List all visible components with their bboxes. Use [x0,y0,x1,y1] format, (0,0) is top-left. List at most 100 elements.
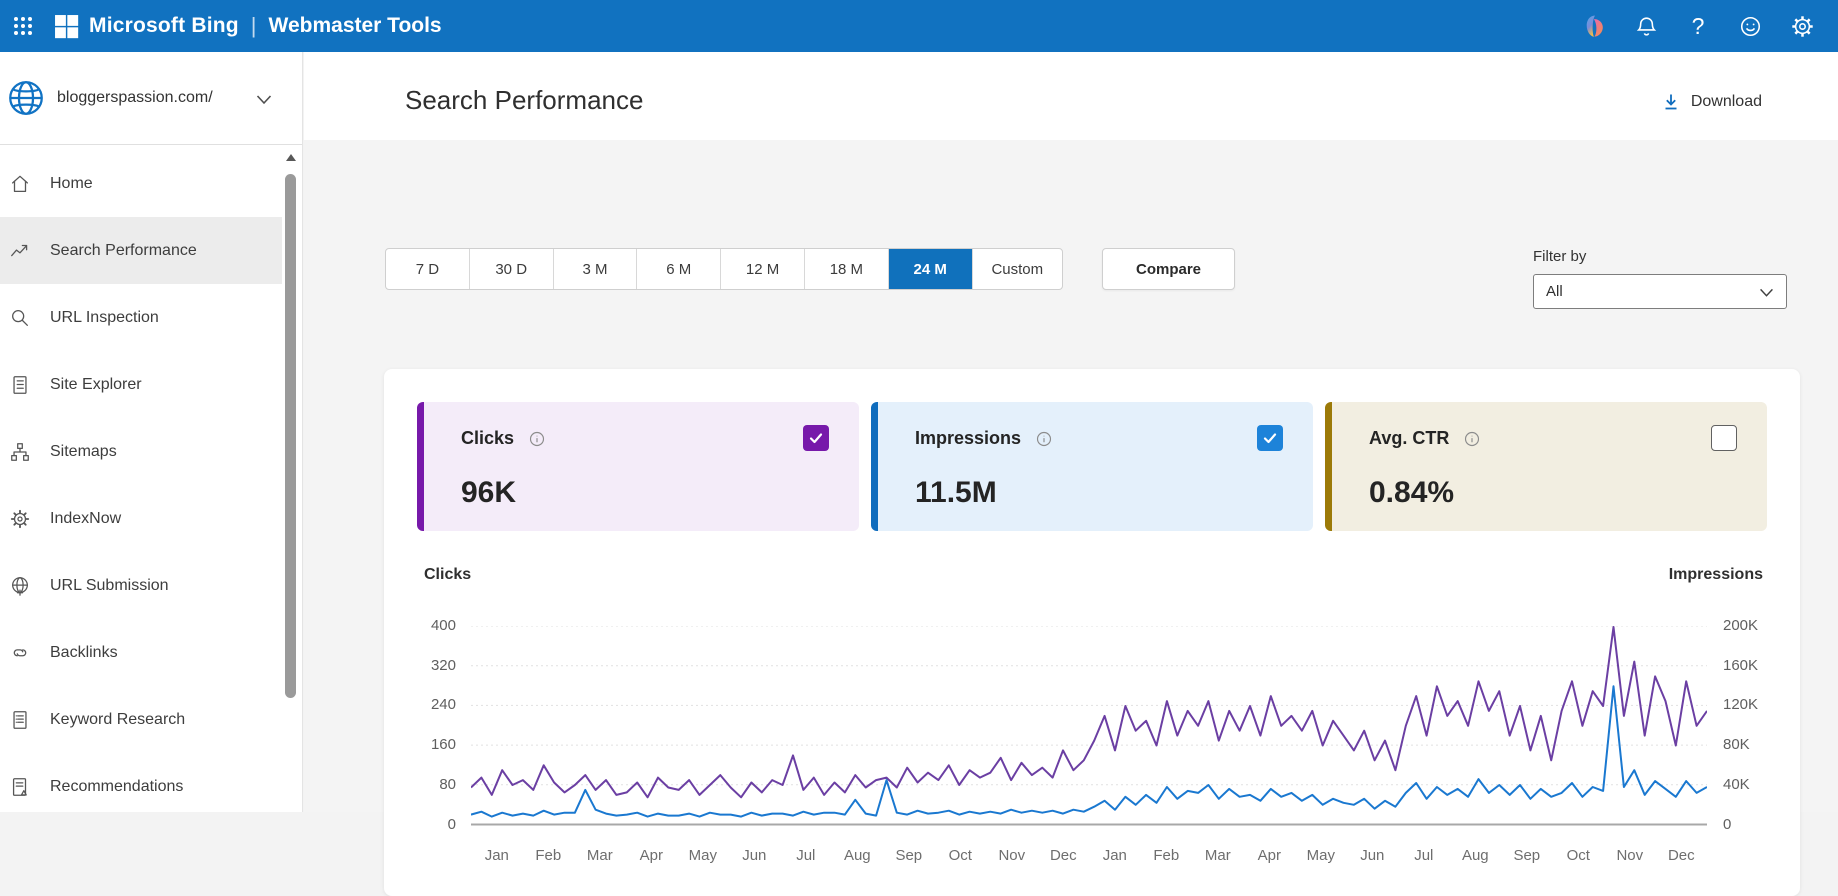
sidebar: bloggerspassion.com/ Home Search Performa… [0,52,303,812]
sidebar-item-label: Search Performance [50,241,197,259]
sidebar-item-site-explorer[interactable]: Site Explorer [0,351,282,418]
download-button[interactable]: Download [1661,92,1762,112]
range-tab-18m[interactable]: 18 M [805,249,889,289]
compare-button[interactable]: Compare [1102,248,1235,290]
sidebar-item-label: Site Explorer [50,375,142,393]
info-icon[interactable] [528,430,546,448]
range-tab-12m[interactable]: 12 M [721,249,805,289]
sidebar-item-url-inspection[interactable]: URL Inspection [0,284,282,351]
range-tab-7d[interactable]: 7 D [386,249,470,289]
product-name: Webmaster Tools [268,14,442,37]
y-tick-left: 320 [430,657,456,674]
help-button[interactable]: ? [1676,4,1720,48]
sidebar-item-keyword-research[interactable]: Keyword Research [0,686,282,753]
page-title: Search Performance [405,85,644,115]
range-tab-30d[interactable]: 30 D [470,249,554,289]
chevron-down-icon [1760,288,1773,297]
waffle-icon [14,17,32,35]
x-tick: Jun [1360,847,1385,864]
x-tick: Feb [535,847,562,864]
sidebar-nav: Home Search Performance URL Inspection Site… [0,150,302,820]
card-value: 0.84% [1369,476,1455,509]
filter-group: Filter by All [1533,248,1787,309]
download-label: Download [1690,93,1762,110]
x-tick: Apr [639,847,663,864]
site-explorer-icon [13,375,27,394]
main-area: Search Performance Download 7 D 30 D3 M6 … [304,52,1838,896]
checkmark-icon [809,433,823,444]
notifications-button[interactable] [1624,4,1668,48]
sidebar-item-recommendations[interactable]: Recommendations [0,753,282,820]
y-tick-right: 120K [1723,696,1759,713]
sidebar-item-url-submission[interactable]: URL Submission [0,552,282,619]
filter-dropdown[interactable]: All [1533,274,1787,309]
sidebar-item-sitemaps[interactable]: Sitemaps [0,418,282,485]
x-tick: Apr [1257,847,1281,864]
x-tick: Jan [1102,847,1127,864]
sidebar-item-label: URL Inspection [50,308,159,326]
metric-checkbox-checked[interactable] [803,425,829,451]
smiley-icon [1740,16,1760,36]
brand-name: Microsoft Bing [89,14,239,37]
card-title: Clicks [461,428,515,448]
scrollbar-up-arrow-icon[interactable] [286,154,296,161]
sidebar-item-label: IndexNow [50,509,122,527]
metric-cards: Clicks 96K Impressions 11.5M Avg. CTR 0.84% [417,402,1767,531]
x-tick: Aug [843,847,871,864]
sidebar-item-label: Backlinks [50,643,118,661]
sidebar-item-indexnow[interactable]: IndexNow [0,485,282,552]
chevron-down-icon [256,95,272,105]
globe-icon [9,81,43,115]
site-name: bloggerspassion.com/ [57,89,213,106]
brand-divider: | [250,13,257,38]
metric-checkbox-unchecked[interactable] [1711,425,1737,451]
microsoft-logo-icon [54,14,79,39]
bell-icon [1636,16,1656,36]
card-value: 11.5M [915,476,997,509]
y-tick-left: 0 [447,816,456,833]
date-range-tabs: 7 D 30 D3 M6 M 12 M 18 M 24 M Custom [385,248,1063,290]
sidebar-scrollbar[interactable] [284,150,298,812]
range-tab-custom[interactable]: Custom [973,249,1062,289]
app-launcher-waffle-icon[interactable] [0,0,46,52]
info-icon[interactable] [1035,430,1053,448]
range-tab-24m[interactable]: 24 M [888,249,973,289]
sidebar-item-label: Home [50,174,93,192]
scrollbar-thumb[interactable] [285,174,296,698]
series-clicks-line [471,626,1707,799]
x-tick: Dec [1667,847,1695,864]
card-accent-bar [1325,402,1332,531]
sidebar-item-backlinks[interactable]: Backlinks [0,619,282,686]
card-title: Avg. CTR [1369,428,1450,448]
range-tab-6m[interactable]: 6 M [637,249,722,289]
x-tick: Jun [742,847,767,864]
metrics-panel: Clicks 96K Impressions 11.5M Avg. CTR 0.84% C… [384,369,1800,896]
content-area: 7 D 30 D3 M6 M 12 M 18 M 24 M Custom Compare … [304,140,1838,896]
download-icon [1665,94,1677,110]
site-selector[interactable]: bloggerspassion.com/ [0,52,302,145]
indexnow-icon [10,509,30,528]
right-axis-title: Impressions [1668,566,1763,583]
copilot-button[interactable] [1572,4,1616,48]
magnifier-icon [12,309,28,326]
info-icon[interactable] [1463,430,1481,448]
x-tick: Mar [1204,847,1231,864]
card-value: 96K [461,476,517,509]
x-tick: Oct [1566,847,1590,864]
x-tick: Nov [1616,847,1644,864]
range-tab-3m[interactable]: 3 M [554,249,638,289]
trend-icon [11,244,28,256]
settings-button[interactable] [1780,4,1824,48]
y-tick-left: 160 [430,736,456,753]
x-tick: Jan [484,847,509,864]
sidebar-item-label: URL Submission [50,576,169,594]
x-tick: May [688,847,717,864]
metric-checkbox-checked[interactable] [1257,425,1283,451]
sidebar-item-home[interactable]: Home [0,150,282,217]
question-mark-icon: ? [1691,12,1705,39]
feedback-button[interactable] [1728,4,1772,48]
sidebar-item-search-performance[interactable]: Search Performance [0,217,282,284]
card-accent-bar [871,402,878,531]
sidebar-item-label: Keyword Research [50,710,186,728]
sidebar-item-label: Recommendations [50,777,184,795]
